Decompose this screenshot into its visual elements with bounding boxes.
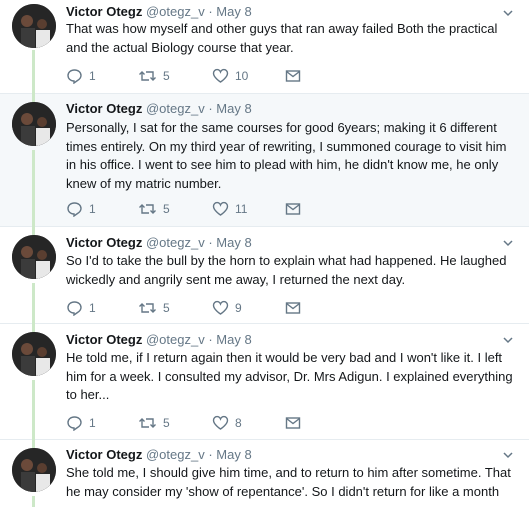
like-count: 10: [235, 69, 249, 83]
tweet-5[interactable]: Victor Otegz @otegz_v · May 8 She told m…: [0, 440, 529, 507]
reply-count: 1: [89, 416, 96, 430]
retweet-button[interactable]: 5: [138, 67, 170, 85]
tweet-date[interactable]: May 8: [216, 447, 251, 462]
like-button[interactable]: 11: [212, 200, 247, 218]
author-handle[interactable]: @otegz_v: [146, 4, 205, 19]
tweet-date[interactable]: May 8: [216, 332, 251, 347]
tweet-thread: Victor Otegz @otegz_v · May 8 That was h…: [0, 0, 529, 507]
thread-line: [32, 496, 35, 507]
reply-count: 1: [89, 301, 96, 315]
heart-icon: [212, 201, 229, 216]
envelope-icon: [285, 70, 301, 82]
reply-count: 1: [89, 69, 96, 83]
thread-line: [32, 380, 35, 440]
tweet-text: So I'd to take the bull by the horn to e…: [66, 253, 507, 287]
like-count: 9: [235, 301, 242, 315]
tweet-header: Victor Otegz @otegz_v · May 8: [66, 235, 252, 251]
retweet-count: 5: [163, 69, 170, 83]
envelope-icon: [285, 417, 301, 429]
author-name[interactable]: Victor Otegz: [66, 235, 142, 250]
thread-line: [32, 94, 35, 102]
tweet-text: He told me, if I return again then it wo…: [66, 350, 513, 402]
tweet-1[interactable]: Victor Otegz @otegz_v · May 8 That was h…: [0, 0, 529, 94]
thread-line: [32, 440, 35, 448]
heart-icon: [212, 68, 229, 83]
reply-button[interactable]: 1: [66, 200, 96, 218]
author-handle[interactable]: @otegz_v: [146, 447, 205, 462]
chevron-down-icon[interactable]: [501, 6, 515, 20]
thread-line: [32, 50, 35, 94]
tweet-4[interactable]: Victor Otegz @otegz_v · May 8 He told me…: [0, 324, 529, 440]
separator-dot: ·: [208, 447, 213, 462]
thread-line: [32, 324, 35, 332]
retweet-icon: [139, 204, 156, 214]
reply-count: 1: [89, 202, 96, 216]
tweet-text: Personally, I sat for the same courses f…: [66, 120, 507, 191]
tweet-text: She told me, I should give him time, and…: [66, 465, 511, 499]
reply-button[interactable]: 1: [66, 67, 96, 85]
like-count: 8: [235, 416, 242, 430]
avatar[interactable]: [12, 235, 56, 279]
author-handle[interactable]: @otegz_v: [146, 235, 205, 250]
heart-icon: [212, 300, 229, 315]
tweet-header: Victor Otegz @otegz_v · May 8: [66, 447, 252, 463]
retweet-count: 5: [163, 416, 170, 430]
avatar[interactable]: [12, 4, 56, 48]
thread-line: [32, 283, 35, 324]
thread-line: [32, 150, 35, 227]
like-count: 11: [235, 202, 248, 216]
author-name[interactable]: Victor Otegz: [66, 101, 142, 116]
author-handle[interactable]: @otegz_v: [146, 332, 205, 347]
reply-icon: [67, 416, 82, 431]
retweet-button[interactable]: 5: [138, 414, 170, 432]
tweet-date[interactable]: May 8: [216, 235, 251, 250]
retweet-button[interactable]: 5: [138, 299, 170, 317]
separator-dot: ·: [208, 101, 213, 116]
retweet-button[interactable]: 5: [138, 200, 170, 218]
reply-button[interactable]: 1: [66, 299, 96, 317]
tweet-date[interactable]: May 8: [216, 4, 251, 19]
retweet-icon: [139, 303, 156, 313]
retweet-icon: [139, 418, 156, 428]
direct-message-button[interactable]: [285, 67, 301, 85]
direct-message-button[interactable]: [285, 200, 301, 218]
tweet-header: Victor Otegz @otegz_v · May 8: [66, 101, 252, 117]
avatar[interactable]: [12, 332, 56, 376]
separator-dot: ·: [208, 4, 213, 19]
author-handle[interactable]: @otegz_v: [146, 101, 205, 116]
like-button[interactable]: 10: [212, 67, 248, 85]
envelope-icon: [285, 302, 301, 314]
retweet-count: 5: [163, 202, 170, 216]
chevron-down-icon[interactable]: [501, 448, 515, 462]
reply-icon: [67, 202, 82, 217]
reply-icon: [67, 301, 82, 316]
separator-dot: ·: [208, 332, 213, 347]
direct-message-button[interactable]: [285, 414, 301, 432]
avatar[interactable]: [12, 102, 56, 146]
retweet-icon: [139, 71, 156, 81]
tweet-3[interactable]: Victor Otegz @otegz_v · May 8 So I'd to …: [0, 227, 529, 324]
direct-message-button[interactable]: [285, 299, 301, 317]
envelope-icon: [285, 203, 301, 215]
tweet-header: Victor Otegz @otegz_v · May 8: [66, 332, 252, 348]
reply-icon: [67, 69, 82, 84]
tweet-2[interactable]: Victor Otegz @otegz_v · May 8 Personally…: [0, 94, 529, 227]
like-button[interactable]: 9: [212, 299, 242, 317]
thread-line: [32, 227, 35, 235]
tweet-date[interactable]: May 8: [216, 101, 251, 116]
like-button[interactable]: 8: [212, 414, 242, 432]
avatar[interactable]: [12, 448, 56, 492]
chevron-down-icon[interactable]: [501, 333, 515, 347]
author-name[interactable]: Victor Otegz: [66, 4, 142, 19]
tweet-text: That was how myself and other guys that …: [66, 21, 498, 55]
retweet-count: 5: [163, 301, 170, 315]
separator-dot: ·: [208, 235, 213, 250]
reply-button[interactable]: 1: [66, 414, 96, 432]
author-name[interactable]: Victor Otegz: [66, 447, 142, 462]
tweet-header: Victor Otegz @otegz_v · May 8: [66, 4, 252, 20]
chevron-down-icon[interactable]: [501, 236, 515, 250]
author-name[interactable]: Victor Otegz: [66, 332, 142, 347]
heart-icon: [212, 415, 229, 430]
